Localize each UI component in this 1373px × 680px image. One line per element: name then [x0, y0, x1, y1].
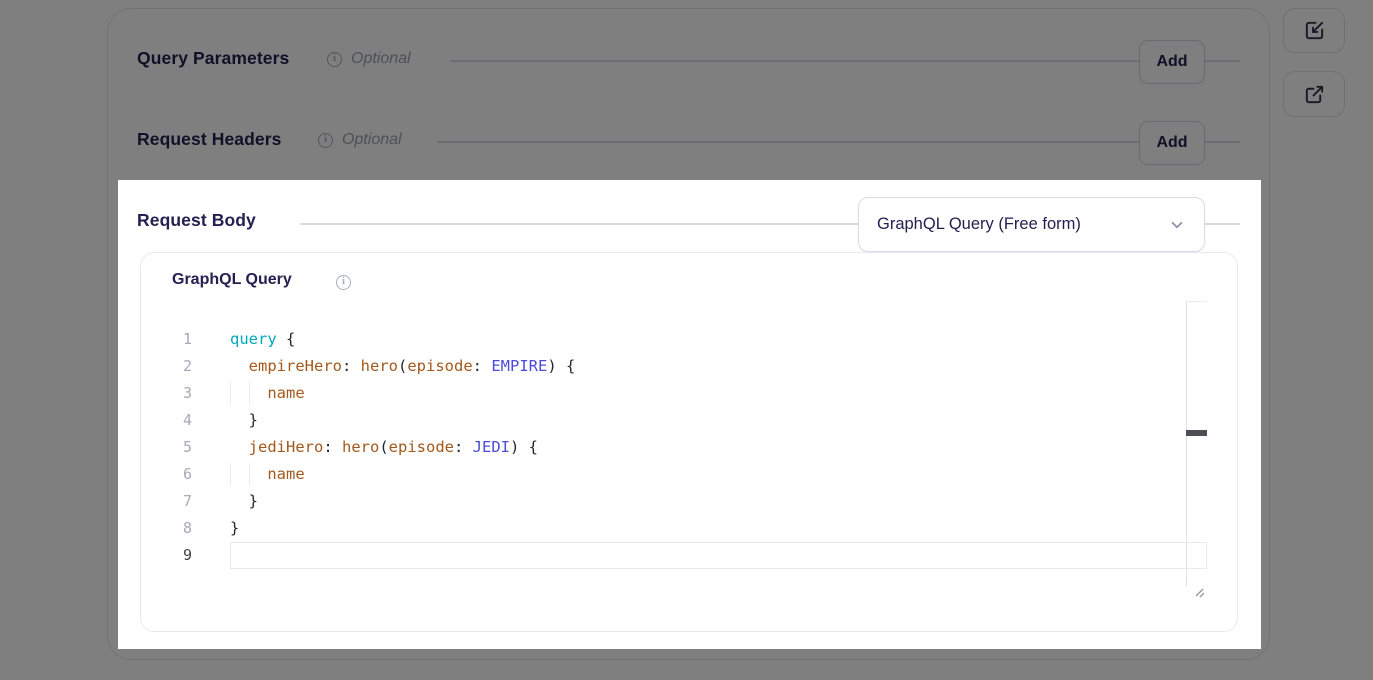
dim-overlay-left	[0, 180, 118, 649]
info-icon[interactable]: i	[336, 275, 351, 290]
code-token-prop: name	[267, 384, 304, 402]
code-token-prop: episode	[389, 438, 454, 456]
code-token-punc: }	[230, 519, 239, 537]
code-line[interactable]: }	[230, 407, 1207, 434]
code-token-punc: }	[230, 411, 258, 429]
code-editor[interactable]: query { empireHero: hero(episode: EMPIRE…	[230, 326, 1207, 569]
code-token-enum: EMPIRE	[491, 357, 547, 375]
code-token-prop: jediHero	[249, 438, 324, 456]
editor-scroll-track	[1186, 301, 1187, 586]
code-token-punc: :	[473, 357, 492, 375]
request-body-title: Request Body	[137, 210, 256, 231]
code-token-punc: ) {	[510, 438, 538, 456]
line-number: 6	[158, 461, 192, 488]
code-line[interactable]: }	[230, 488, 1207, 515]
api-request-form-page: Query Parameters i Optional Add Request …	[0, 0, 1373, 680]
code-token-punc: ) {	[547, 357, 575, 375]
code-token-punc: :	[342, 357, 361, 375]
code-token-punc	[230, 438, 249, 456]
editor-scrollbar-thumb[interactable]	[1186, 430, 1207, 436]
code-token-prop: empireHero	[249, 357, 342, 375]
code-line[interactable]: jediHero: hero(episode: JEDI) {	[230, 434, 1207, 461]
dim-overlay-bottom	[0, 649, 1373, 680]
code-token-prop: hero	[342, 438, 379, 456]
code-line[interactable]: query {	[230, 326, 1207, 353]
line-number: 5	[158, 434, 192, 461]
indent-guide	[249, 463, 250, 486]
code-token-prop: name	[267, 465, 304, 483]
editor-scroll-track-top	[1186, 301, 1207, 302]
line-number: 3	[158, 380, 192, 407]
indent-guide	[230, 382, 231, 405]
line-number: 2	[158, 353, 192, 380]
chevron-down-icon	[1168, 216, 1186, 234]
body-type-selected-value: GraphQL Query (Free form)	[877, 215, 1168, 234]
code-token-punc	[230, 357, 249, 375]
dim-overlay-top	[0, 0, 1373, 180]
line-number: 1	[158, 326, 192, 353]
line-number: 7	[158, 488, 192, 515]
code-line-active[interactable]	[230, 542, 1207, 569]
code-token-punc: :	[454, 438, 473, 456]
dim-overlay-right	[1261, 180, 1373, 649]
code-token-punc: {	[277, 330, 296, 348]
code-token-enum: JEDI	[473, 438, 510, 456]
code-line[interactable]: }	[230, 515, 1207, 542]
line-number-gutter: 123456789	[158, 326, 192, 569]
code-line[interactable]: name	[230, 380, 1207, 407]
indent-guide	[249, 382, 250, 405]
body-type-select[interactable]: GraphQL Query (Free form)	[858, 197, 1205, 252]
line-number: 9	[158, 542, 192, 569]
code-token-punc: (	[379, 438, 388, 456]
line-number: 8	[158, 515, 192, 542]
code-token-punc: (	[398, 357, 407, 375]
graphql-query-label: GraphQL Query	[172, 271, 292, 289]
indent-guide	[230, 463, 231, 486]
code-token-prop: hero	[361, 357, 398, 375]
code-token-punc: }	[230, 492, 258, 510]
code-token-prop: episode	[407, 357, 472, 375]
code-line[interactable]: name	[230, 461, 1207, 488]
resize-grip-icon[interactable]	[1192, 585, 1207, 600]
code-line[interactable]: empireHero: hero(episode: EMPIRE) {	[230, 353, 1207, 380]
code-token-kw: query	[230, 330, 277, 348]
line-number: 4	[158, 407, 192, 434]
code-token-punc: :	[323, 438, 342, 456]
